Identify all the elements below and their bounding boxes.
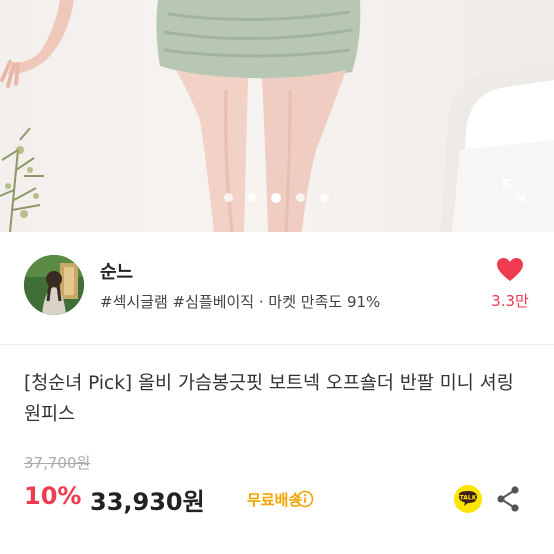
sale-price: 33,930원 <box>90 488 205 516</box>
like-button[interactable] <box>486 258 534 286</box>
carousel-dot[interactable] <box>224 193 233 202</box>
free-shipping-label: 무료배송 <box>247 491 303 509</box>
talk-label: TALK <box>460 495 477 502</box>
carousel-dot[interactable] <box>296 193 305 202</box>
info-icon[interactable] <box>296 490 314 512</box>
product-title: [청순녀 Pick] 올비 가슴봉긋핏 보트넥 오프숄더 반팔 미니 셔링 원피… <box>24 373 514 425</box>
carousel-dot[interactable] <box>320 193 329 202</box>
carousel-dot-active[interactable] <box>271 193 281 203</box>
seller-avatar[interactable] <box>24 255 84 315</box>
discount-rate: 10% <box>24 482 82 510</box>
seller-name[interactable]: 순느 <box>100 258 133 284</box>
carousel-dots <box>0 193 554 205</box>
heart-icon <box>497 258 523 281</box>
share-icon[interactable] <box>495 485 521 513</box>
seller-tags: #섹시글램 #심플베이직 · 마켓 만족도 91% <box>100 293 381 311</box>
product-image-carousel[interactable] <box>0 0 554 232</box>
talk-button[interactable]: TALK <box>453 484 483 514</box>
carousel-dot[interactable] <box>248 193 257 202</box>
section-divider <box>0 344 554 345</box>
like-count: 3.3만 <box>491 292 529 310</box>
expand-icon[interactable] <box>500 176 528 204</box>
original-price: 37,700원 <box>24 454 91 472</box>
